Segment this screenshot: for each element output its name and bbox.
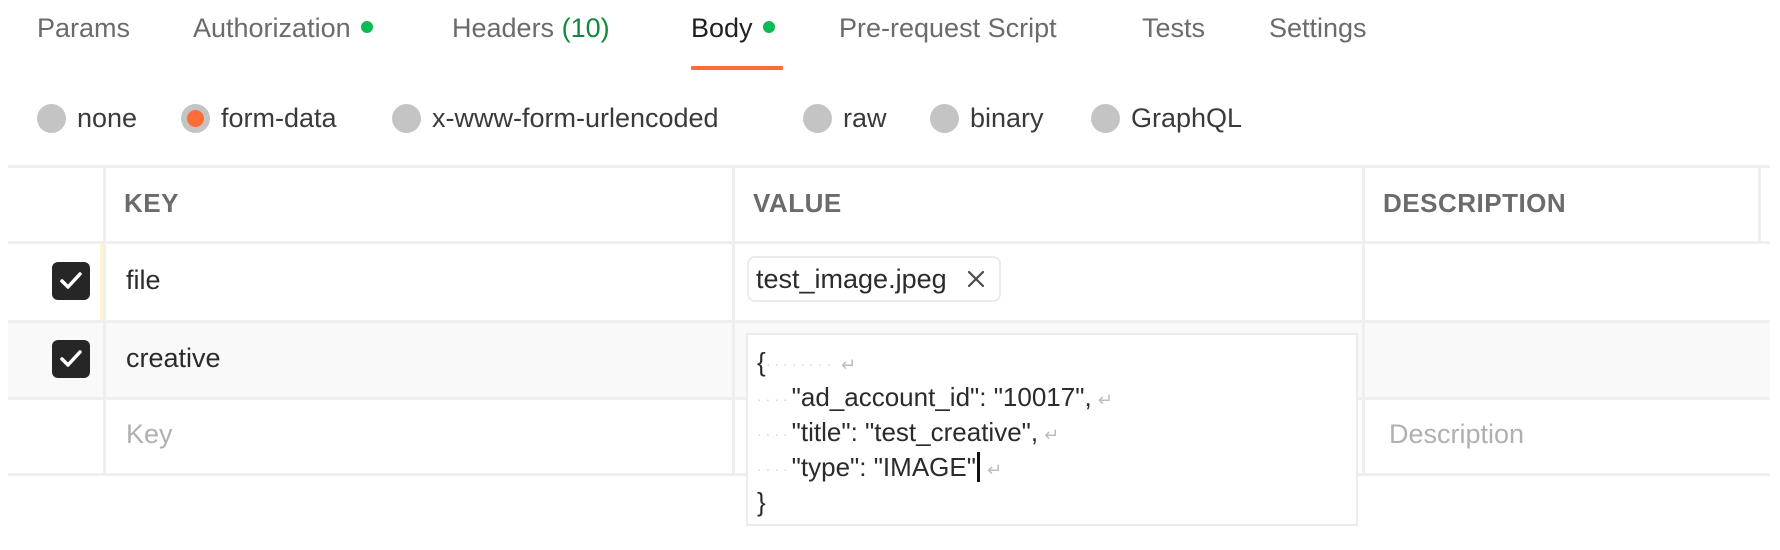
remove-file-button[interactable] [965, 268, 987, 290]
radio-label: GraphQL [1131, 102, 1243, 133]
radio-circle-icon [392, 103, 421, 133]
whitespace-marker: ···· [757, 426, 792, 442]
code-text: { [757, 347, 766, 377]
radio-label: x-www-form-urlencoded [432, 102, 719, 133]
request-tabs: Params Authorization Headers (10) Body P… [0, 0, 1780, 72]
newline-icon: ↵ [1097, 390, 1113, 410]
status-dot-icon [360, 21, 373, 33]
column-divider [732, 165, 735, 476]
radio-label: binary [970, 102, 1044, 133]
code-line: } [757, 485, 1356, 520]
table-border [8, 165, 1770, 168]
column-divider [1362, 165, 1365, 476]
value-text-editor[interactable]: {········ ↵ ····"ad_account_id": "10017",… [746, 333, 1358, 526]
column-divider [103, 165, 106, 476]
code-line: ····"ad_account_id": "10017", ↵ [757, 380, 1356, 415]
radio-circle-icon [930, 103, 959, 133]
row-key-input[interactable]: file [126, 265, 161, 296]
radio-circle-icon [1091, 103, 1120, 133]
radio-raw[interactable]: raw [803, 96, 887, 140]
text-caret [976, 452, 980, 482]
whitespace-marker: ···· [757, 391, 792, 407]
radio-none[interactable]: none [37, 96, 137, 140]
whitespace-marker: ···· [757, 461, 792, 477]
table-border [8, 241, 1770, 244]
code-line: {········ ↵ [757, 345, 1356, 380]
radio-graphql[interactable]: GraphQL [1091, 96, 1242, 140]
file-name: test_image.jpeg [756, 263, 947, 294]
tab-pre-request-script[interactable]: Pre-request Script [839, 13, 1057, 44]
column-header-key: KEY [124, 188, 179, 218]
radio-selected-icon [181, 103, 210, 133]
radio-form-data[interactable]: form-data [181, 96, 337, 140]
code-line: ····"title": "test_creative", ↵ [757, 415, 1356, 450]
body-type-selector: none form-data x-www-form-urlencoded raw… [0, 96, 1780, 140]
code-text: "title": "test_creative", [791, 417, 1039, 447]
drag-handle[interactable] [100, 244, 103, 320]
tab-label: Params [37, 13, 131, 43]
tab-label: Headers [452, 13, 555, 43]
column-header-description: DESCRIPTION [1383, 188, 1567, 218]
tab-tests[interactable]: Tests [1142, 13, 1205, 44]
newline-icon: ↵ [840, 355, 857, 375]
tab-settings[interactable]: Settings [1269, 13, 1367, 44]
radio-label: none [77, 102, 138, 133]
code-text: "type": "IMAGE" [791, 452, 976, 482]
column-divider [1758, 165, 1761, 244]
tab-label: Settings [1269, 13, 1367, 43]
code-text: } [757, 487, 766, 517]
status-dot-icon [762, 21, 775, 33]
tab-params[interactable]: Params [37, 13, 130, 44]
radio-circle-icon [803, 103, 832, 133]
tab-authorization[interactable]: Authorization [193, 13, 373, 44]
table-border [8, 320, 1770, 323]
new-description-input[interactable]: Description [1389, 419, 1524, 450]
checkmark-icon [60, 272, 82, 289]
tab-label: Tests [1142, 13, 1206, 43]
checkmark-icon [60, 350, 82, 367]
column-header-value: VALUE [753, 188, 842, 218]
tab-label: Pre-request Script [839, 13, 1057, 43]
radio-label: raw [843, 102, 887, 133]
code-text: "ad_account_id": "10017", [791, 382, 1092, 412]
active-tab-indicator [691, 66, 783, 70]
newline-icon: ↵ [1044, 425, 1060, 445]
row-checkbox[interactable] [52, 340, 90, 378]
code-line: ····"type": "IMAGE" ↵ [757, 450, 1356, 485]
radio-label: form-data [221, 102, 337, 133]
row-key-input[interactable]: creative [126, 343, 221, 374]
tab-label: Authorization [193, 13, 351, 43]
row-checkbox[interactable] [52, 262, 90, 300]
radio-x-www-form-urlencoded[interactable]: x-www-form-urlencoded [392, 96, 719, 140]
headers-count-badge: (10) [561, 13, 610, 43]
whitespace-marker: ········ [765, 356, 835, 372]
file-chip[interactable]: test_image.jpeg [747, 256, 1001, 302]
tab-body[interactable]: Body [691, 13, 775, 44]
radio-binary[interactable]: binary [930, 96, 1044, 140]
close-icon [967, 270, 984, 288]
tab-headers[interactable]: Headers (10) [452, 13, 610, 44]
tab-label: Body [691, 13, 753, 43]
new-key-input[interactable]: Key [126, 419, 173, 450]
radio-circle-icon [37, 103, 66, 133]
newline-icon: ↵ [986, 460, 1003, 480]
